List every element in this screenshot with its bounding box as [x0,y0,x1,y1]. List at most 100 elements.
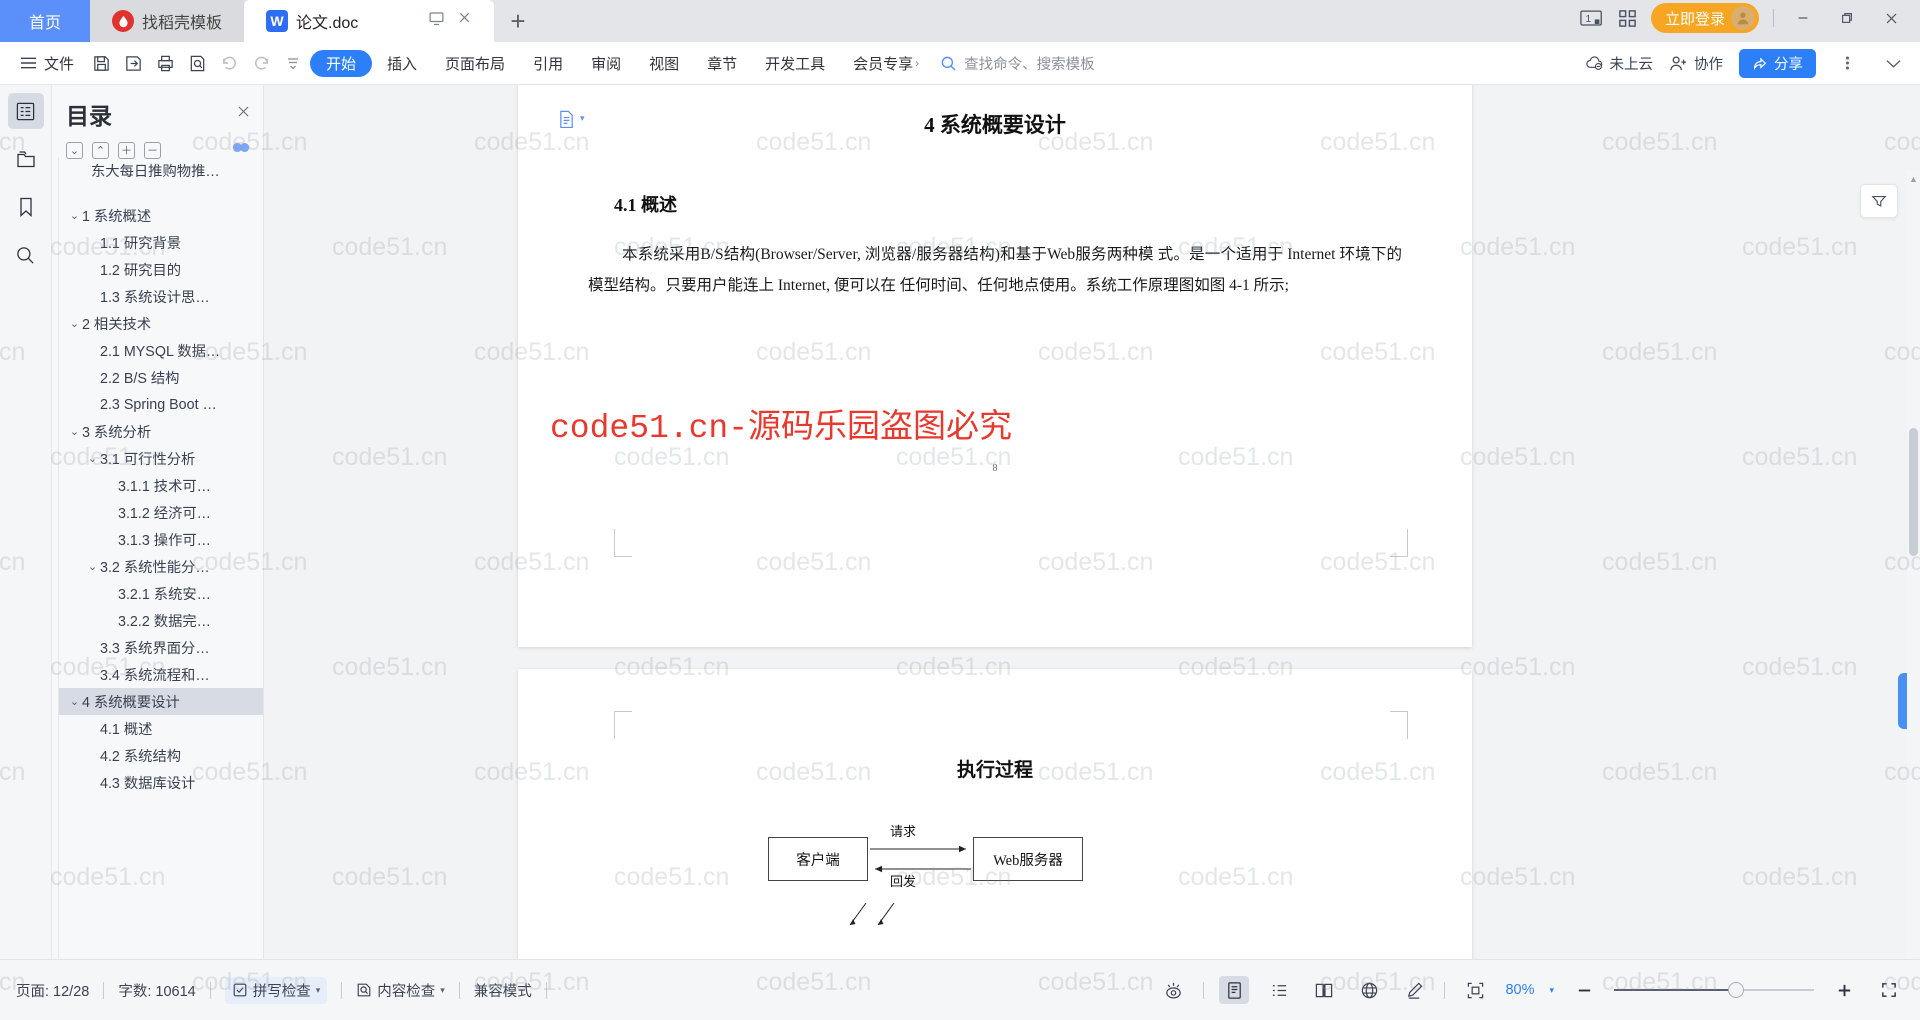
slider-knob[interactable] [1728,982,1744,998]
chevron-down-icon[interactable]: ⌄ [67,317,82,330]
tab-references[interactable]: 引用 [520,50,576,77]
toc-item[interactable]: 3.1.2 经济可… [59,499,263,526]
customize-icon[interactable] [278,49,308,77]
page-indicator[interactable]: 页面: 12/28 [16,980,89,1001]
document-page-1[interactable]: ▾ 4 系统概要设计 4.1 概述 本系统采用B/S结构(Browser/Ser… [518,85,1472,647]
chevron-down-icon[interactable]: ⌄ [67,209,82,222]
toc-item[interactable]: 3.4 系统流程和… [59,661,263,688]
zoom-level[interactable]: 80% [1505,982,1534,998]
toc-item[interactable]: ⌄ 3.2 系统性能分… [59,553,263,580]
print-preview-icon[interactable] [182,49,212,77]
tab-document[interactable]: W 论文.doc [244,0,495,42]
cast-icon[interactable] [428,10,445,32]
toc-item[interactable]: 1.1 研究背景 [59,229,263,256]
sidebar-item-search[interactable] [8,237,44,273]
tab-view[interactable]: 视图 [636,50,692,77]
tab-review[interactable]: 审阅 [578,50,634,77]
close-tab-icon[interactable] [457,10,472,32]
toc-item[interactable]: 1.2 研究目的 [59,256,263,283]
page-options-button[interactable] [1860,184,1898,218]
tab-insert[interactable]: 插入 [374,50,430,77]
tab-page-layout[interactable]: 页面布局 [432,50,518,77]
minimize-button[interactable] [1788,3,1818,33]
more-options-icon[interactable] [1832,49,1862,77]
document-page-2[interactable]: 执行过程 客户端 Web服务器 请求 回发 [518,669,1472,959]
tab-developer-tools[interactable]: 开发工具 [752,50,838,77]
scrollbar-thumb[interactable] [1909,428,1918,556]
cloud-status-button[interactable]: 未上云 [1585,53,1653,74]
toc-item[interactable]: 2.2 B/S 结构 [59,364,263,391]
redo-icon[interactable] [246,49,276,77]
zoom-slider[interactable] [1614,982,1814,998]
toc-item[interactable]: 4.2 系统结构 [59,742,263,769]
zoom-out-button[interactable] [1569,976,1599,1004]
reading-focus-button[interactable] [1158,976,1188,1004]
toc-item[interactable]: ⌄ 3.1 可行性分析 [59,445,263,472]
toc-item[interactable]: ⌄ 4 系统概要设计 [59,688,263,715]
sidebar-item-bookmark[interactable] [8,189,44,225]
command-search[interactable]: 查找命令、搜索模板 [940,53,1095,74]
document-canvas[interactable]: ▾ 4 系统概要设计 4.1 概述 本系统采用B/S结构(Browser/Ser… [264,85,1920,959]
reading-layout-button[interactable] [1309,976,1339,1004]
fullscreen-button[interactable] [1874,976,1904,1004]
page-view-button[interactable] [1219,976,1250,1004]
share-button[interactable]: 分享 [1739,48,1816,78]
toc-item[interactable]: 1.3 系统设计思… [59,283,263,310]
window-split-icon[interactable]: 1 [1580,9,1604,28]
chevron-down-icon[interactable]: ⌄ [85,452,100,465]
tab-chapter[interactable]: 章节 [694,50,750,77]
tab-docer-template[interactable]: 找稻壳模板 [90,0,245,42]
save-icon[interactable] [86,49,116,77]
file-menu-button[interactable]: 文件 [10,48,84,78]
collapse-up-button[interactable]: ⌃ [92,141,109,159]
toc-doc-title[interactable]: 东大每日推购物推… [59,157,263,184]
chevron-down-icon[interactable]: ▾ [440,985,445,996]
zoom-dropdown-icon[interactable]: ▾ [1549,985,1554,996]
undo-icon[interactable] [214,49,244,77]
toc-item[interactable]: 3.2.1 系统安… [59,580,263,607]
outline-view-button[interactable] [1264,976,1294,1004]
toc-item[interactable]: ⌄ 3 系统分析 [59,418,263,445]
annotate-button[interactable] [1399,976,1429,1004]
toc-item[interactable]: 3.1.1 技术可… [59,472,263,499]
toc-item[interactable]: ⌄ 1 系统概述 [59,202,263,229]
paste-options-icon[interactable]: ▾ [558,109,585,128]
collapse-ribbon-icon[interactable] [1878,49,1908,77]
sidebar-item-chapter-nav[interactable] [8,141,44,177]
collapse-all-button[interactable]: － [144,141,161,159]
toc-item[interactable]: 3.1.3 操作可… [59,526,263,553]
login-button[interactable]: 立即登录 [1650,3,1759,33]
toc-item[interactable]: 4.1 概述 [59,715,263,742]
content-check-button[interactable]: 内容检查 ▾ [356,980,445,1001]
web-layout-button[interactable] [1354,976,1384,1004]
toc-item[interactable]: ⌄ 2 相关技术 [59,310,263,337]
chevron-down-icon[interactable]: ▾ [316,985,321,996]
new-tab-button[interactable]: + [494,0,542,42]
close-button[interactable] [1876,3,1906,33]
spellcheck-button[interactable]: 拼写检查 ▾ [224,976,328,1004]
zoom-in-button[interactable] [1829,976,1859,1004]
tab-start[interactable]: 开始 [310,49,373,77]
close-toc-button[interactable] [236,104,251,124]
toc-item[interactable]: 3.2.2 数据完… [59,607,263,634]
print-icon[interactable] [150,49,180,77]
maximize-button[interactable] [1832,3,1862,33]
expand-all-button[interactable]: ＋ [118,141,135,159]
vertical-scrollbar[interactable]: ▲ ▼ [1907,170,1920,959]
tab-home[interactable]: 首页 [0,0,90,42]
scroll-up-arrow[interactable]: ▲ [1908,174,1919,184]
chevron-down-icon[interactable]: ⌄ [67,425,82,438]
expand-down-button[interactable]: ⌄ [66,141,83,159]
toc-item[interactable]: 4.3 数据库设计 [59,769,263,796]
tab-member-exclusive[interactable]: 会员专享 › [840,50,932,77]
sidebar-item-outline[interactable] [7,93,44,129]
chevron-down-icon[interactable]: ⌄ [85,560,100,573]
grid-apps-icon[interactable] [1618,9,1637,28]
chevron-down-icon[interactable]: ⌄ [67,695,82,708]
toc-item[interactable]: 2.3 Spring Boot … [59,391,263,418]
toc-item[interactable]: 2.1 MYSQL 数据… [59,337,263,364]
save-as-icon[interactable] [118,49,148,77]
collaborate-button[interactable]: 协作 [1669,53,1723,74]
fit-page-button[interactable] [1460,976,1490,1004]
word-count[interactable]: 字数: 10614 [118,980,195,1001]
